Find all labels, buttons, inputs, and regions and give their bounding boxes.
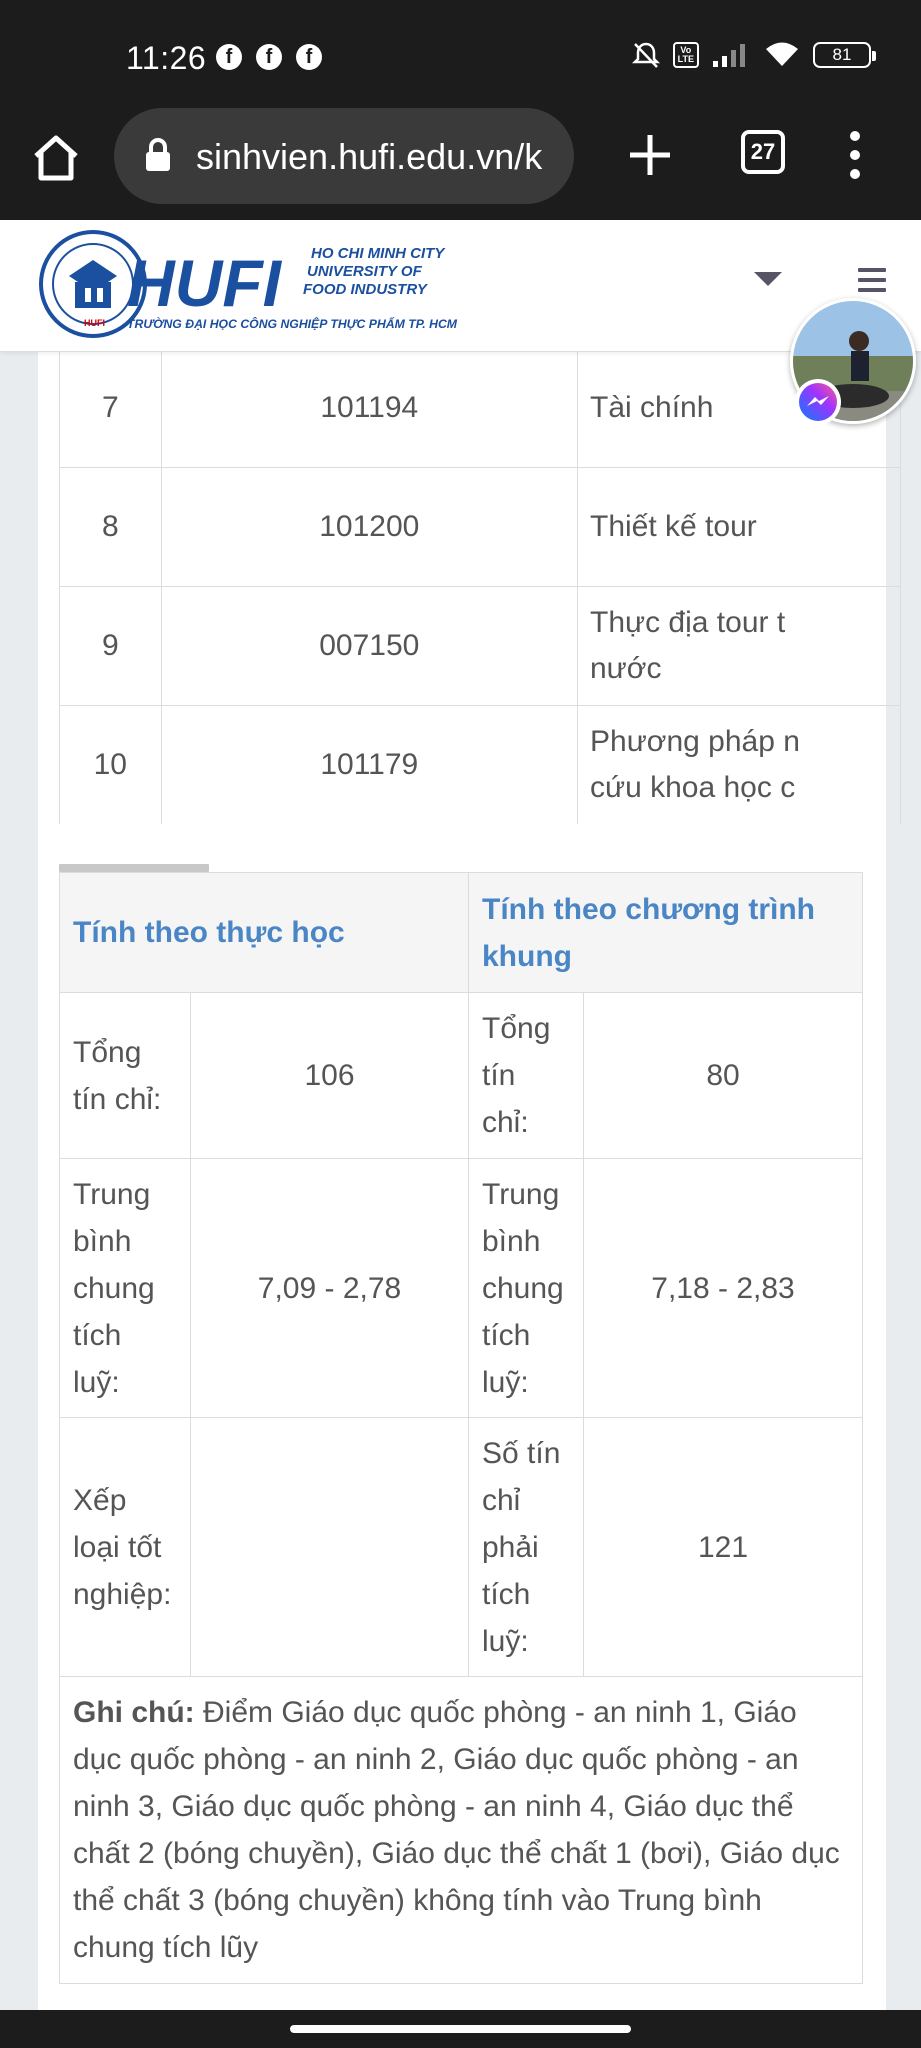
- dropdown-caret-icon[interactable]: [754, 272, 782, 286]
- course-code: 101200: [160, 467, 579, 587]
- course-name: Phương pháp n cứu khoa học c: [577, 705, 901, 824]
- site-header: HUFI HUFI HO CHI MINH CITY UNIVERSITY OF…: [0, 220, 921, 352]
- signal-icon: [713, 44, 745, 67]
- logo-subtitle: TRƯỜNG ĐẠI HỌC CÔNG NGHIỆP THỰC PHẨM TP.…: [127, 316, 458, 331]
- table-row: 9 007150 Thực địa tour t nước: [59, 586, 901, 706]
- col-header-actual: Tính theo thực học: [59, 872, 469, 993]
- note-text: Điểm Giáo dục quốc phòng - an ninh 1, Gi…: [73, 1696, 840, 1964]
- course-table: 7 101194 Tài chính 8 101200 Thiết kế tou…: [59, 352, 901, 824]
- summary-value: 80: [583, 992, 863, 1159]
- content-card: 7 101194 Tài chính 8 101200 Thiết kế tou…: [38, 352, 901, 2016]
- summary-label: Tổng tín chỉ:: [468, 992, 584, 1159]
- course-stt: 9: [59, 586, 162, 706]
- gesture-handle[interactable]: [290, 2025, 631, 2033]
- messenger-icon[interactable]: [794, 378, 842, 426]
- table-row: 8 101200 Thiết kế tour: [59, 467, 901, 587]
- logo-main-text: HUFI: [127, 246, 283, 320]
- logo-line-3: FOOD INDUSTRY: [303, 281, 429, 298]
- notification-icons: f f f: [216, 44, 322, 70]
- wifi-icon: [766, 42, 798, 66]
- summary-label: Xếp loại tốt nghiệp:: [59, 1417, 191, 1677]
- course-table-wrapper[interactable]: 7 101194 Tài chính 8 101200 Thiết kế tou…: [59, 352, 901, 824]
- summary-value: 7,09 - 2,78: [190, 1158, 469, 1418]
- silent-icon: [631, 42, 660, 68]
- system-icons: Vo LTE 81: [631, 40, 876, 70]
- logo-line-1: HO CHI MINH CITY: [311, 245, 446, 262]
- svg-text:HUFI: HUFI: [84, 318, 105, 328]
- navigation-bar: [0, 2010, 921, 2048]
- note-cell: Ghi chú: Điểm Giáo dục quốc phòng - an n…: [59, 1676, 863, 1984]
- hufi-logo[interactable]: HUFI HUFI HO CHI MINH CITY UNIVERSITY OF…: [35, 228, 465, 340]
- summary-label: Trung bình chung tích luỹ:: [59, 1158, 191, 1418]
- horizontal-scrollbar[interactable]: [59, 864, 209, 872]
- table-row: 7 101194 Tài chính: [59, 352, 901, 468]
- summary-label: Tổng tín chỉ:: [59, 992, 191, 1159]
- course-name: Thực địa tour t nước: [577, 586, 901, 706]
- col-header-framework: Tính theo chương trình khung: [468, 872, 863, 993]
- course-stt: 8: [59, 467, 162, 587]
- address-bar[interactable]: sinhvien.hufi.edu.vn/k: [114, 108, 574, 204]
- note-row: Ghi chú: Điểm Giáo dục quốc phòng - an n…: [59, 1676, 863, 1984]
- logo-line-2: UNIVERSITY OF: [307, 263, 423, 280]
- course-stt: 10: [59, 705, 162, 824]
- table-row: 10 101179 Phương pháp n cứu khoa học c: [59, 705, 901, 824]
- browser-toolbar: sinhvien.hufi.edu.vn/k 27: [0, 105, 921, 220]
- course-code: 007150: [160, 586, 579, 706]
- note-label: Ghi chú:: [73, 1696, 195, 1729]
- lock-icon: [146, 138, 170, 171]
- summary-label: Số tín chỉ phải tích luỹ:: [468, 1417, 584, 1677]
- hamburger-menu-icon[interactable]: [858, 268, 886, 298]
- facebook-icon: f: [256, 44, 282, 70]
- status-bar: 11:26 f f f Vo LTE 81: [0, 0, 921, 105]
- summary-row: Tổng tín chỉ: 106 Tổng tín chỉ: 80: [59, 992, 863, 1159]
- course-code: 101179: [160, 705, 579, 824]
- course-code: 101194: [160, 352, 579, 468]
- url-text[interactable]: sinhvien.hufi.edu.vn/k: [196, 136, 556, 178]
- summary-value: 106: [190, 992, 469, 1159]
- course-stt: 7: [59, 352, 162, 468]
- home-icon[interactable]: [30, 132, 82, 184]
- summary-label: Trung bình chung tích luỹ:: [468, 1158, 584, 1418]
- facebook-icon: f: [296, 44, 322, 70]
- summary-row: Xếp loại tốt nghiệp: Số tín chỉ phải tích luỹ:…: [59, 1417, 863, 1677]
- course-name: Thiết kế tour: [577, 467, 901, 587]
- tab-switcher-button[interactable]: 27: [741, 130, 785, 174]
- summary-value: [190, 1417, 469, 1677]
- new-tab-icon[interactable]: [622, 127, 678, 183]
- facebook-icon: f: [216, 44, 242, 70]
- status-time: 11:26: [126, 40, 207, 76]
- volte-icon: Vo LTE: [672, 42, 699, 68]
- summary-value: 7,18 - 2,83: [583, 1158, 863, 1418]
- summary-header-row: Tính theo thực học Tính theo chương trìn…: [59, 872, 863, 993]
- summary-value: 121: [583, 1417, 863, 1677]
- battery-icon: 81: [813, 42, 876, 68]
- summary-row: Trung bình chung tích luỹ: 7,09 - 2,78 Trung…: [59, 1158, 863, 1418]
- summary-table: Tính theo thực học Tính theo chương trìn…: [59, 872, 863, 1984]
- more-menu-icon[interactable]: [848, 131, 862, 183]
